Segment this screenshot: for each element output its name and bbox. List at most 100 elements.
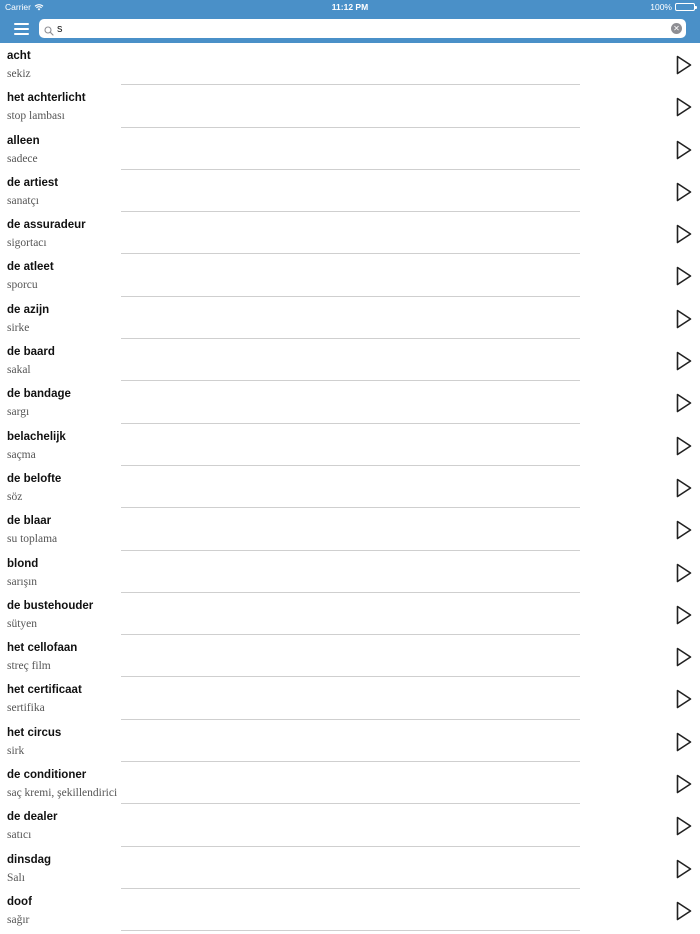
word-term: de bandage — [7, 388, 71, 401]
word-translation: saç kremi, şekillendirici — [7, 787, 118, 800]
hamburger-menu-icon-line — [13, 33, 29, 35]
battery-percent: 100% — [650, 2, 672, 12]
clear-search-icon[interactable]: ✕ — [671, 23, 682, 34]
word-translation: sertifika — [7, 702, 45, 715]
word-list: acht sekiz het achterlicht stop lambası alle… — [0, 43, 700, 932]
list-item[interactable]: het cellofaan streç film — [0, 635, 700, 678]
list-item[interactable]: de assuradeur sigortacı — [0, 212, 700, 255]
word-translation: sağır — [7, 913, 30, 926]
word-term: het cellofaan — [7, 642, 78, 655]
list-item[interactable]: de belofte söz — [0, 466, 700, 509]
hamburger-menu-icon-line — [13, 28, 29, 30]
play-icon[interactable] — [675, 858, 693, 880]
word-term: de belofte — [7, 472, 62, 485]
search-icon — [44, 23, 54, 41]
word-term: de azijn — [7, 303, 50, 316]
search-input[interactable] — [57, 19, 657, 38]
play-icon[interactable] — [675, 562, 693, 584]
play-icon[interactable] — [675, 815, 693, 837]
app-screen: Carrier 11:12 PM 100% s ✕ acht sekiz het… — [0, 0, 700, 934]
list-item[interactable]: het circus sirk — [0, 720, 700, 763]
status-right: 100% — [650, 0, 697, 14]
word-translation: sanatçı — [7, 194, 39, 207]
word-translation: sütyen — [7, 617, 38, 630]
play-icon[interactable] — [675, 54, 693, 76]
list-item[interactable]: het achterlicht stop lambası — [0, 85, 700, 128]
word-translation: saçma — [7, 448, 36, 461]
word-translation: streç film — [7, 660, 51, 673]
play-icon[interactable] — [675, 265, 693, 287]
status-bar: Carrier 11:12 PM 100% — [0, 0, 700, 14]
word-term: blond — [7, 557, 39, 570]
word-translation: söz — [7, 490, 23, 503]
word-translation: sargı — [7, 406, 30, 419]
nav-bar: ✕ — [0, 14, 700, 43]
word-translation: sirk — [7, 744, 25, 757]
play-icon[interactable] — [675, 646, 693, 668]
play-icon[interactable] — [675, 731, 693, 753]
play-icon[interactable] — [675, 900, 693, 922]
list-item[interactable]: dinsdag Salı — [0, 847, 700, 889]
play-icon[interactable] — [675, 308, 693, 330]
list-item[interactable]: alleen sadece — [0, 128, 700, 170]
play-icon[interactable] — [675, 604, 693, 626]
list-item[interactable]: het certificaat sertifika — [0, 677, 700, 720]
play-icon[interactable] — [675, 181, 693, 203]
battery-icon — [675, 3, 697, 11]
list-item[interactable]: de bandage sargı — [0, 381, 700, 424]
play-icon[interactable] — [675, 96, 693, 118]
list-item[interactable]: de artiest sanatçı — [0, 170, 700, 213]
word-translation: satıcı — [7, 829, 32, 842]
list-item[interactable]: de blaar su toplama — [0, 508, 700, 551]
search-box[interactable]: ✕ — [39, 19, 686, 38]
word-translation: sarışın — [7, 575, 38, 588]
word-term: doof — [7, 895, 32, 908]
word-translation: sekiz — [7, 68, 31, 80]
list-item[interactable]: acht sekiz — [0, 43, 700, 86]
play-icon[interactable] — [675, 477, 693, 499]
word-translation: sporcu — [7, 279, 38, 292]
word-translation: Salı — [7, 871, 25, 884]
word-translation: sadece — [7, 152, 38, 165]
word-term: belachelijk — [7, 430, 66, 443]
word-term: de bustehouder — [7, 599, 94, 612]
word-term: de atleet — [7, 261, 54, 274]
play-icon[interactable] — [675, 223, 693, 245]
word-term: alleen — [7, 134, 40, 147]
word-term: acht — [7, 50, 31, 62]
list-item[interactable]: belachelijk saçma — [0, 424, 700, 466]
play-icon[interactable] — [675, 773, 693, 795]
word-term: de blaar — [7, 515, 52, 528]
word-term: de dealer — [7, 811, 58, 824]
play-icon[interactable] — [675, 392, 693, 414]
word-term: de artiest — [7, 176, 59, 189]
word-term: het achterlicht — [7, 92, 86, 105]
play-icon[interactable] — [675, 519, 693, 541]
word-term: de baard — [7, 346, 55, 359]
play-icon[interactable] — [675, 139, 693, 161]
word-term: de assuradeur — [7, 219, 86, 232]
list-item[interactable]: de dealer satıcı — [0, 804, 700, 847]
clock: 11:12 PM — [331, 2, 369, 12]
word-term: het circus — [7, 726, 62, 739]
list-item[interactable]: de baard sakal — [0, 339, 700, 382]
list-item[interactable]: de bustehouder sütyen — [0, 593, 700, 636]
list-item[interactable]: blond sarışın — [0, 551, 700, 593]
list-item[interactable]: de atleet sporcu — [0, 254, 700, 297]
word-translation: sakal — [7, 364, 31, 377]
menu-button[interactable] — [8, 18, 34, 40]
list-item[interactable]: doof sağır — [0, 889, 700, 932]
list-item[interactable]: de azijn sirke — [0, 297, 700, 340]
list-item[interactable]: de conditioner saç kremi, şekillendirici — [0, 762, 700, 805]
word-term: dinsdag — [7, 853, 52, 866]
play-icon[interactable] — [675, 350, 693, 372]
word-translation: sirke — [7, 321, 30, 334]
word-term: de conditioner — [7, 769, 87, 782]
play-icon[interactable] — [675, 435, 693, 457]
play-icon[interactable] — [675, 688, 693, 710]
word-translation: su toplama — [7, 533, 58, 546]
word-translation: sigortacı — [7, 237, 47, 250]
hamburger-menu-icon-line — [13, 23, 29, 25]
word-translation: stop lambası — [7, 110, 65, 123]
word-term: het certificaat — [7, 684, 82, 697]
